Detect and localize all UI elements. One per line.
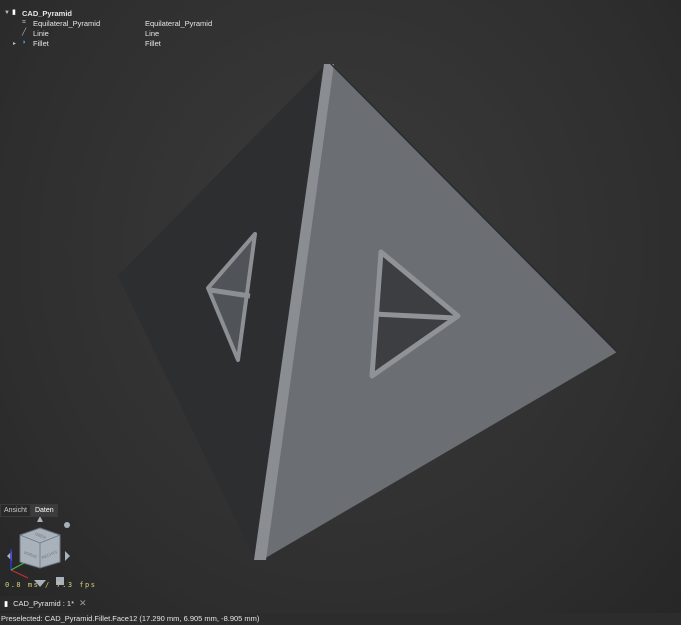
document-tab[interactable]: ▮ CAD_Pyramid : 1* ✕ (0, 596, 92, 611)
model-tree: ▼ ▮ CAD_Pyramid ⌗ Equilateral_Pyramid Eq… (0, 8, 260, 48)
tree-item-equilateral-pyramid[interactable]: ⌗ Equilateral_Pyramid Equilateral_Pyrami… (0, 18, 260, 28)
tree-item-label: Fillet (33, 38, 49, 48)
tree-item-label: Equilateral_Pyramid (33, 18, 101, 28)
line-icon: ╱ (22, 29, 27, 36)
tree-item-value: Fillet (145, 38, 161, 48)
tab-daten[interactable]: Daten (30, 504, 58, 517)
property-tabs: Ansicht Daten (0, 504, 58, 517)
tree-item-label: CAD_Pyramid (22, 8, 73, 18)
expand-arrow-icon[interactable]: ▼ (4, 10, 10, 16)
status-bar: Preselected: CAD_Pyramid.Fillet.Face12 (… (0, 613, 681, 625)
document-icon: ▮ (4, 599, 9, 608)
fps-counter: 0.8 ms / 7.3 fps (5, 581, 97, 589)
3d-viewport[interactable]: OBEN VORNE RECHTS (0, 0, 681, 625)
tab-ansicht[interactable]: Ansicht (0, 504, 31, 517)
tree-item-fillet[interactable]: ▸ ◗ Fillet Fillet (0, 38, 260, 48)
tree-item-value: Line (145, 28, 160, 38)
axis-y (10, 562, 25, 571)
axis-x (10, 569, 29, 579)
tree-item-value: Equilateral_Pyramid (145, 18, 213, 28)
close-icon[interactable]: ✕ (79, 598, 87, 609)
document-icon: ▮ (12, 9, 16, 16)
navigation-cube[interactable]: OBEN VORNE RECHTS (7, 516, 70, 587)
tree-item-cad-pyramid[interactable]: ▼ ▮ CAD_Pyramid (0, 8, 260, 18)
tree-item-linie[interactable]: ╱ Linie Line (0, 28, 260, 38)
nav-arrow-right[interactable] (65, 551, 70, 561)
document-tab-label: CAD_Pyramid : 1* (13, 599, 74, 608)
nav-menu-button[interactable] (64, 522, 70, 528)
expand-arrow-icon[interactable]: ▸ (13, 40, 16, 47)
fillet-icon: ◗ (22, 39, 27, 46)
sketch-icon: ⌗ (22, 19, 26, 26)
tree-item-label: Linie (33, 28, 49, 38)
